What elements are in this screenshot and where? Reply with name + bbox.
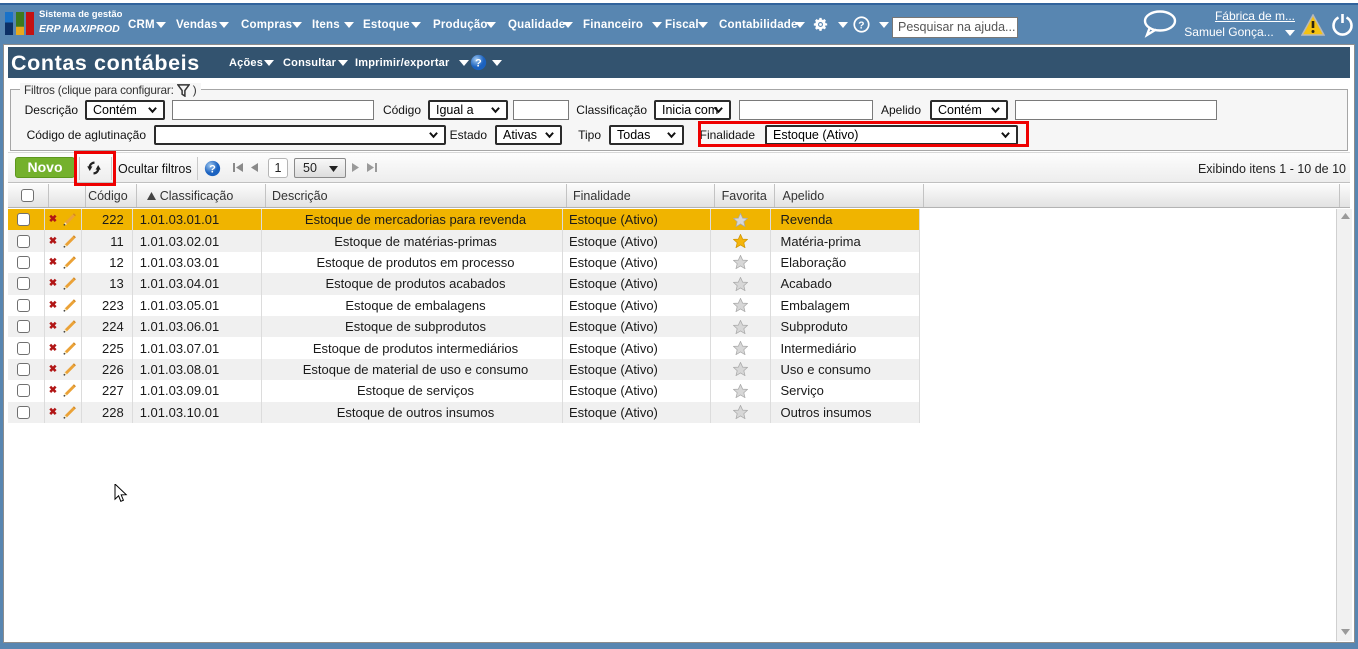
svg-text:?: ? (475, 57, 482, 69)
svg-text:?: ? (858, 20, 864, 31)
svg-text:?: ? (209, 163, 216, 175)
